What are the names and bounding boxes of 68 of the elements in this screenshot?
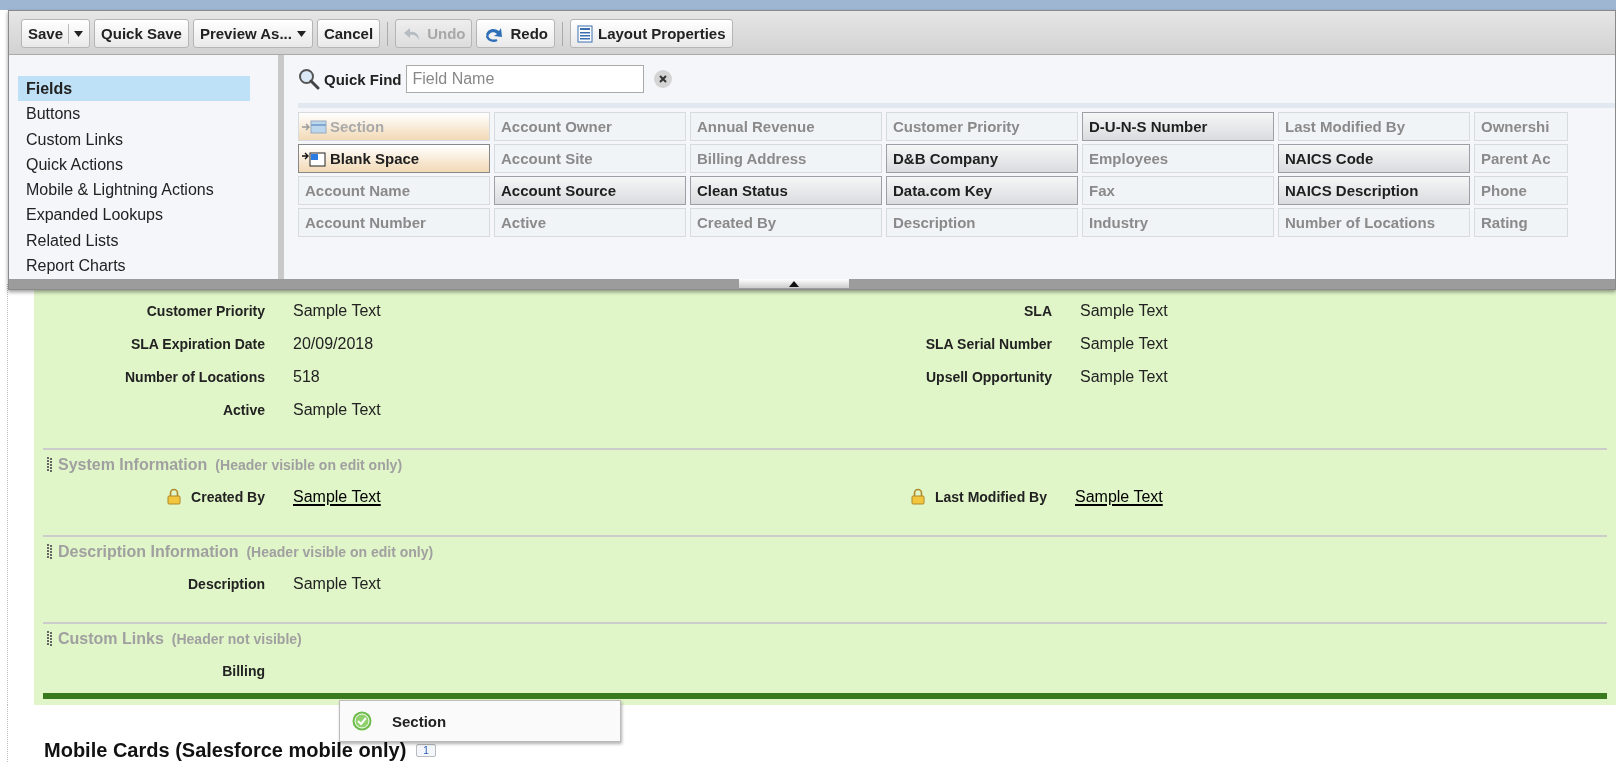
field-label: Billing bbox=[222, 662, 265, 679]
toolbar-button[interactable]: Redo bbox=[476, 19, 555, 48]
section-icon bbox=[301, 119, 327, 134]
tooltip-label: Section bbox=[392, 712, 447, 730]
field-item[interactable]: Clean Status bbox=[690, 176, 882, 205]
sidebar-item[interactable]: Mobile & Lightning Actions bbox=[18, 177, 270, 203]
section-note: (Header visible on edit only) bbox=[215, 457, 403, 473]
sidebar-item[interactable]: Buttons bbox=[18, 101, 270, 127]
layout-properties-icon bbox=[576, 24, 593, 43]
field-item[interactable]: NAICS Code bbox=[1278, 144, 1470, 173]
field-label: SLA Serial Number bbox=[925, 335, 1052, 352]
field-link[interactable]: Sample Text bbox=[1075, 486, 1163, 507]
sidebar-item[interactable]: Quick Actions bbox=[18, 151, 270, 178]
section-heading: Mobile Cards (Salesforce mobile only) bbox=[44, 739, 407, 762]
drag-handle-icon[interactable] bbox=[47, 457, 52, 473]
field-value: 20/09/2018 bbox=[293, 333, 374, 354]
drag-handle-icon[interactable] bbox=[47, 544, 52, 560]
section-note: (Header visible on edit only) bbox=[246, 544, 434, 560]
field-value: Sample Text bbox=[1080, 300, 1168, 321]
field-value: Sample Text bbox=[293, 399, 381, 420]
toolbar-button[interactable]: Cancel bbox=[316, 19, 381, 48]
blank-space-icon bbox=[301, 150, 327, 167]
field-link[interactable]: Sample Text bbox=[293, 486, 381, 507]
field-value: Sample Text bbox=[1080, 333, 1168, 354]
blank-space-item[interactable]: Blank Space bbox=[298, 144, 490, 173]
caret-icon bbox=[296, 30, 306, 37]
field-label: SLA bbox=[1024, 302, 1052, 319]
field-item[interactable]: D-U-N-S Number bbox=[1082, 112, 1274, 141]
field-label: Last Modified By bbox=[935, 488, 1047, 505]
field-label: Upsell Opportunity bbox=[926, 368, 1052, 385]
toolbar-button[interactable]: Quick Save bbox=[94, 19, 189, 48]
field-value: Sample Text bbox=[293, 300, 381, 321]
check-icon bbox=[352, 711, 372, 731]
drag-handle-icon[interactable] bbox=[47, 631, 52, 647]
sidebar-item[interactable]: Expanded Lookups bbox=[18, 202, 270, 228]
clear-icon[interactable] bbox=[653, 70, 672, 88]
sidebar-item[interactable]: Report Charts bbox=[18, 253, 270, 279]
field-value: 518 bbox=[293, 366, 320, 387]
section-title: Description Information bbox=[58, 543, 239, 561]
toolbar-button[interactable]: Save bbox=[21, 19, 91, 48]
toolbar-button[interactable]: Preview As... bbox=[192, 19, 313, 48]
quick-find-label: Quick Find bbox=[324, 70, 402, 88]
field-label: Description bbox=[188, 575, 265, 592]
search-icon bbox=[298, 68, 320, 90]
lock-icon bbox=[167, 488, 182, 505]
section-note: (Header not visible) bbox=[171, 631, 302, 647]
field-label: Number of Locations bbox=[125, 368, 265, 385]
info-badge[interactable]: 1 bbox=[416, 744, 436, 757]
toolbar-button[interactable]: Layout Properties bbox=[569, 19, 733, 48]
field-value: Sample Text bbox=[1080, 366, 1168, 387]
lock-icon bbox=[911, 488, 925, 505]
field-label: Created By bbox=[191, 488, 265, 505]
field-value: Sample Text bbox=[293, 573, 381, 594]
field-item[interactable]: NAICS Description bbox=[1278, 176, 1470, 205]
caret-icon bbox=[74, 30, 84, 37]
field-label: Customer Priority bbox=[146, 302, 265, 319]
sidebar-item[interactable]: Custom Links bbox=[18, 126, 270, 152]
sidebar-item[interactable]: Related Lists bbox=[18, 227, 270, 254]
field-label: Active bbox=[222, 401, 265, 418]
field-item[interactable]: Account Source bbox=[494, 176, 686, 205]
collapse-handle[interactable] bbox=[739, 279, 849, 288]
section-title: Custom Links bbox=[58, 630, 164, 648]
sidebar-item[interactable]: Fields bbox=[18, 76, 250, 102]
quick-find-field[interactable]: Field Name bbox=[405, 65, 644, 93]
field-label: SLA Expiration Date bbox=[130, 335, 265, 352]
field-item[interactable]: D&B Company bbox=[886, 144, 1078, 173]
section-title: System Information bbox=[58, 456, 208, 474]
field-item[interactable]: Data.com Key bbox=[886, 176, 1078, 205]
